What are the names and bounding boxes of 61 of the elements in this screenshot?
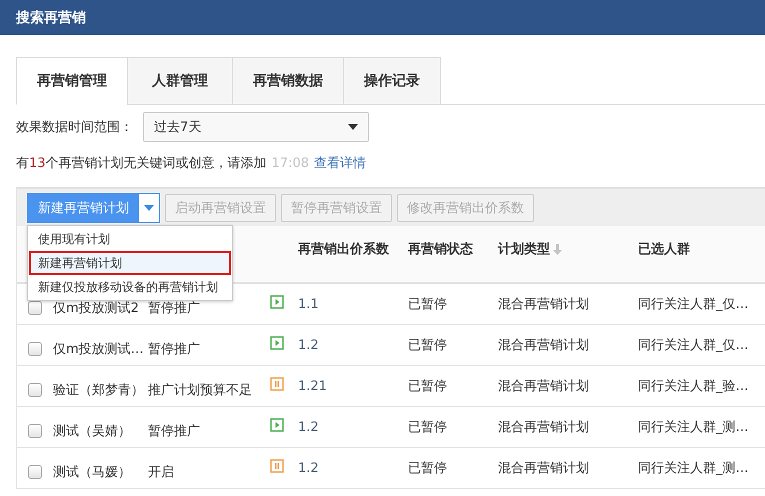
dropdown-toggle[interactable] — [139, 194, 159, 222]
table-cell-text: 1.21 — [298, 378, 328, 394]
time-range-label: 效果数据时间范围： — [16, 119, 133, 136]
table-cell-text: 混合再营销计划 — [498, 419, 590, 436]
table-cell-text: 已暂停 — [408, 296, 448, 313]
tab[interactable]: 操作记录 — [343, 57, 440, 105]
details-link[interactable]: 查看详情 — [314, 154, 366, 172]
tab[interactable]: 再营销数据 — [232, 57, 343, 105]
table-cell-text: 1.2 — [298, 338, 320, 352]
table-cell-text: 混合再营销计划 — [498, 296, 590, 313]
table-cell-text: 混合再营销计划 — [498, 337, 590, 354]
table-cell-text: 已暂停 — [408, 460, 448, 477]
table-cell-text: 同行关注人群_仅… — [638, 296, 750, 313]
tab[interactable]: 再营销管理 — [16, 57, 127, 105]
table-cell-text: 仅m投放测试2 — [53, 300, 140, 317]
play-icon[interactable] — [270, 418, 284, 432]
table-cell-text: 验证（郑梦青） — [53, 382, 145, 399]
menu-item[interactable]: 使用现有计划 — [30, 228, 230, 250]
notice-time: 17:08 — [272, 156, 310, 170]
table-cell-text: 暂停推广 — [148, 300, 201, 317]
table-cell-text: 同行关注人群_验… — [638, 378, 750, 395]
table-cell-text: 暂停推广 — [148, 423, 201, 440]
caret-icon — [348, 124, 358, 130]
menu-item[interactable]: 新建再营销计划 — [29, 251, 231, 275]
row-checkbox[interactable] — [28, 342, 42, 356]
time-range-select[interactable]: 过去7天 — [143, 112, 369, 142]
table-cell-text: 仅m投放测试… — [53, 341, 145, 358]
table-cell-text: 已暂停 — [408, 419, 448, 436]
table-cell-text: 同行关注人群_测… — [638, 419, 750, 436]
table-cell-text: 已暂停 — [408, 378, 448, 395]
pause-icon[interactable] — [270, 377, 284, 391]
table-cell-text: 测试（马媛） — [53, 464, 132, 481]
row-checkbox[interactable] — [28, 301, 42, 315]
pause-icon[interactable] — [270, 459, 284, 473]
table-cell-text: 测试（吴婧） — [53, 423, 132, 440]
column-header: 再营销出价系数 — [298, 240, 389, 258]
table-cell-text: 1.2 — [298, 460, 320, 476]
table-cell-text: 混合再营销计划 — [498, 378, 590, 395]
table-cell-text: 推广计划预算不足 — [148, 382, 253, 399]
play-icon[interactable] — [270, 336, 284, 350]
row-checkbox[interactable] — [28, 465, 42, 479]
caret-icon — [144, 204, 154, 210]
table-cell-text: 同行关注人群_测… — [638, 460, 750, 477]
table-cell-text: 同行关注人群_仅… — [638, 337, 750, 354]
page-title: 搜索再营销 — [16, 8, 86, 26]
row-checkbox[interactable] — [28, 424, 42, 438]
notice-text: 有13个再营销计划无关键词或创意，请添加 — [16, 155, 267, 172]
column-header: 已选人群 — [638, 241, 690, 258]
table-cell-text: 已暂停 — [408, 337, 448, 354]
table-cell-text: 1.2 — [298, 420, 320, 434]
table-cell-text: 暂停推广 — [148, 341, 201, 358]
table-cell-text: 1.1 — [298, 296, 320, 312]
play-icon[interactable] — [270, 295, 284, 309]
column-header: 计划类型 — [498, 241, 550, 258]
menu-item[interactable]: 新建仅投放移动设备的再营销计划 — [30, 276, 230, 298]
sort-arrow-icon[interactable] — [553, 244, 562, 254]
table-cell-text: 开启 — [148, 464, 175, 481]
row-checkbox[interactable] — [28, 383, 42, 397]
table-cell-text: 混合再营销计划 — [498, 460, 590, 477]
tab[interactable]: 人群管理 — [127, 57, 232, 105]
column-header: 再营销状态 — [408, 241, 473, 258]
